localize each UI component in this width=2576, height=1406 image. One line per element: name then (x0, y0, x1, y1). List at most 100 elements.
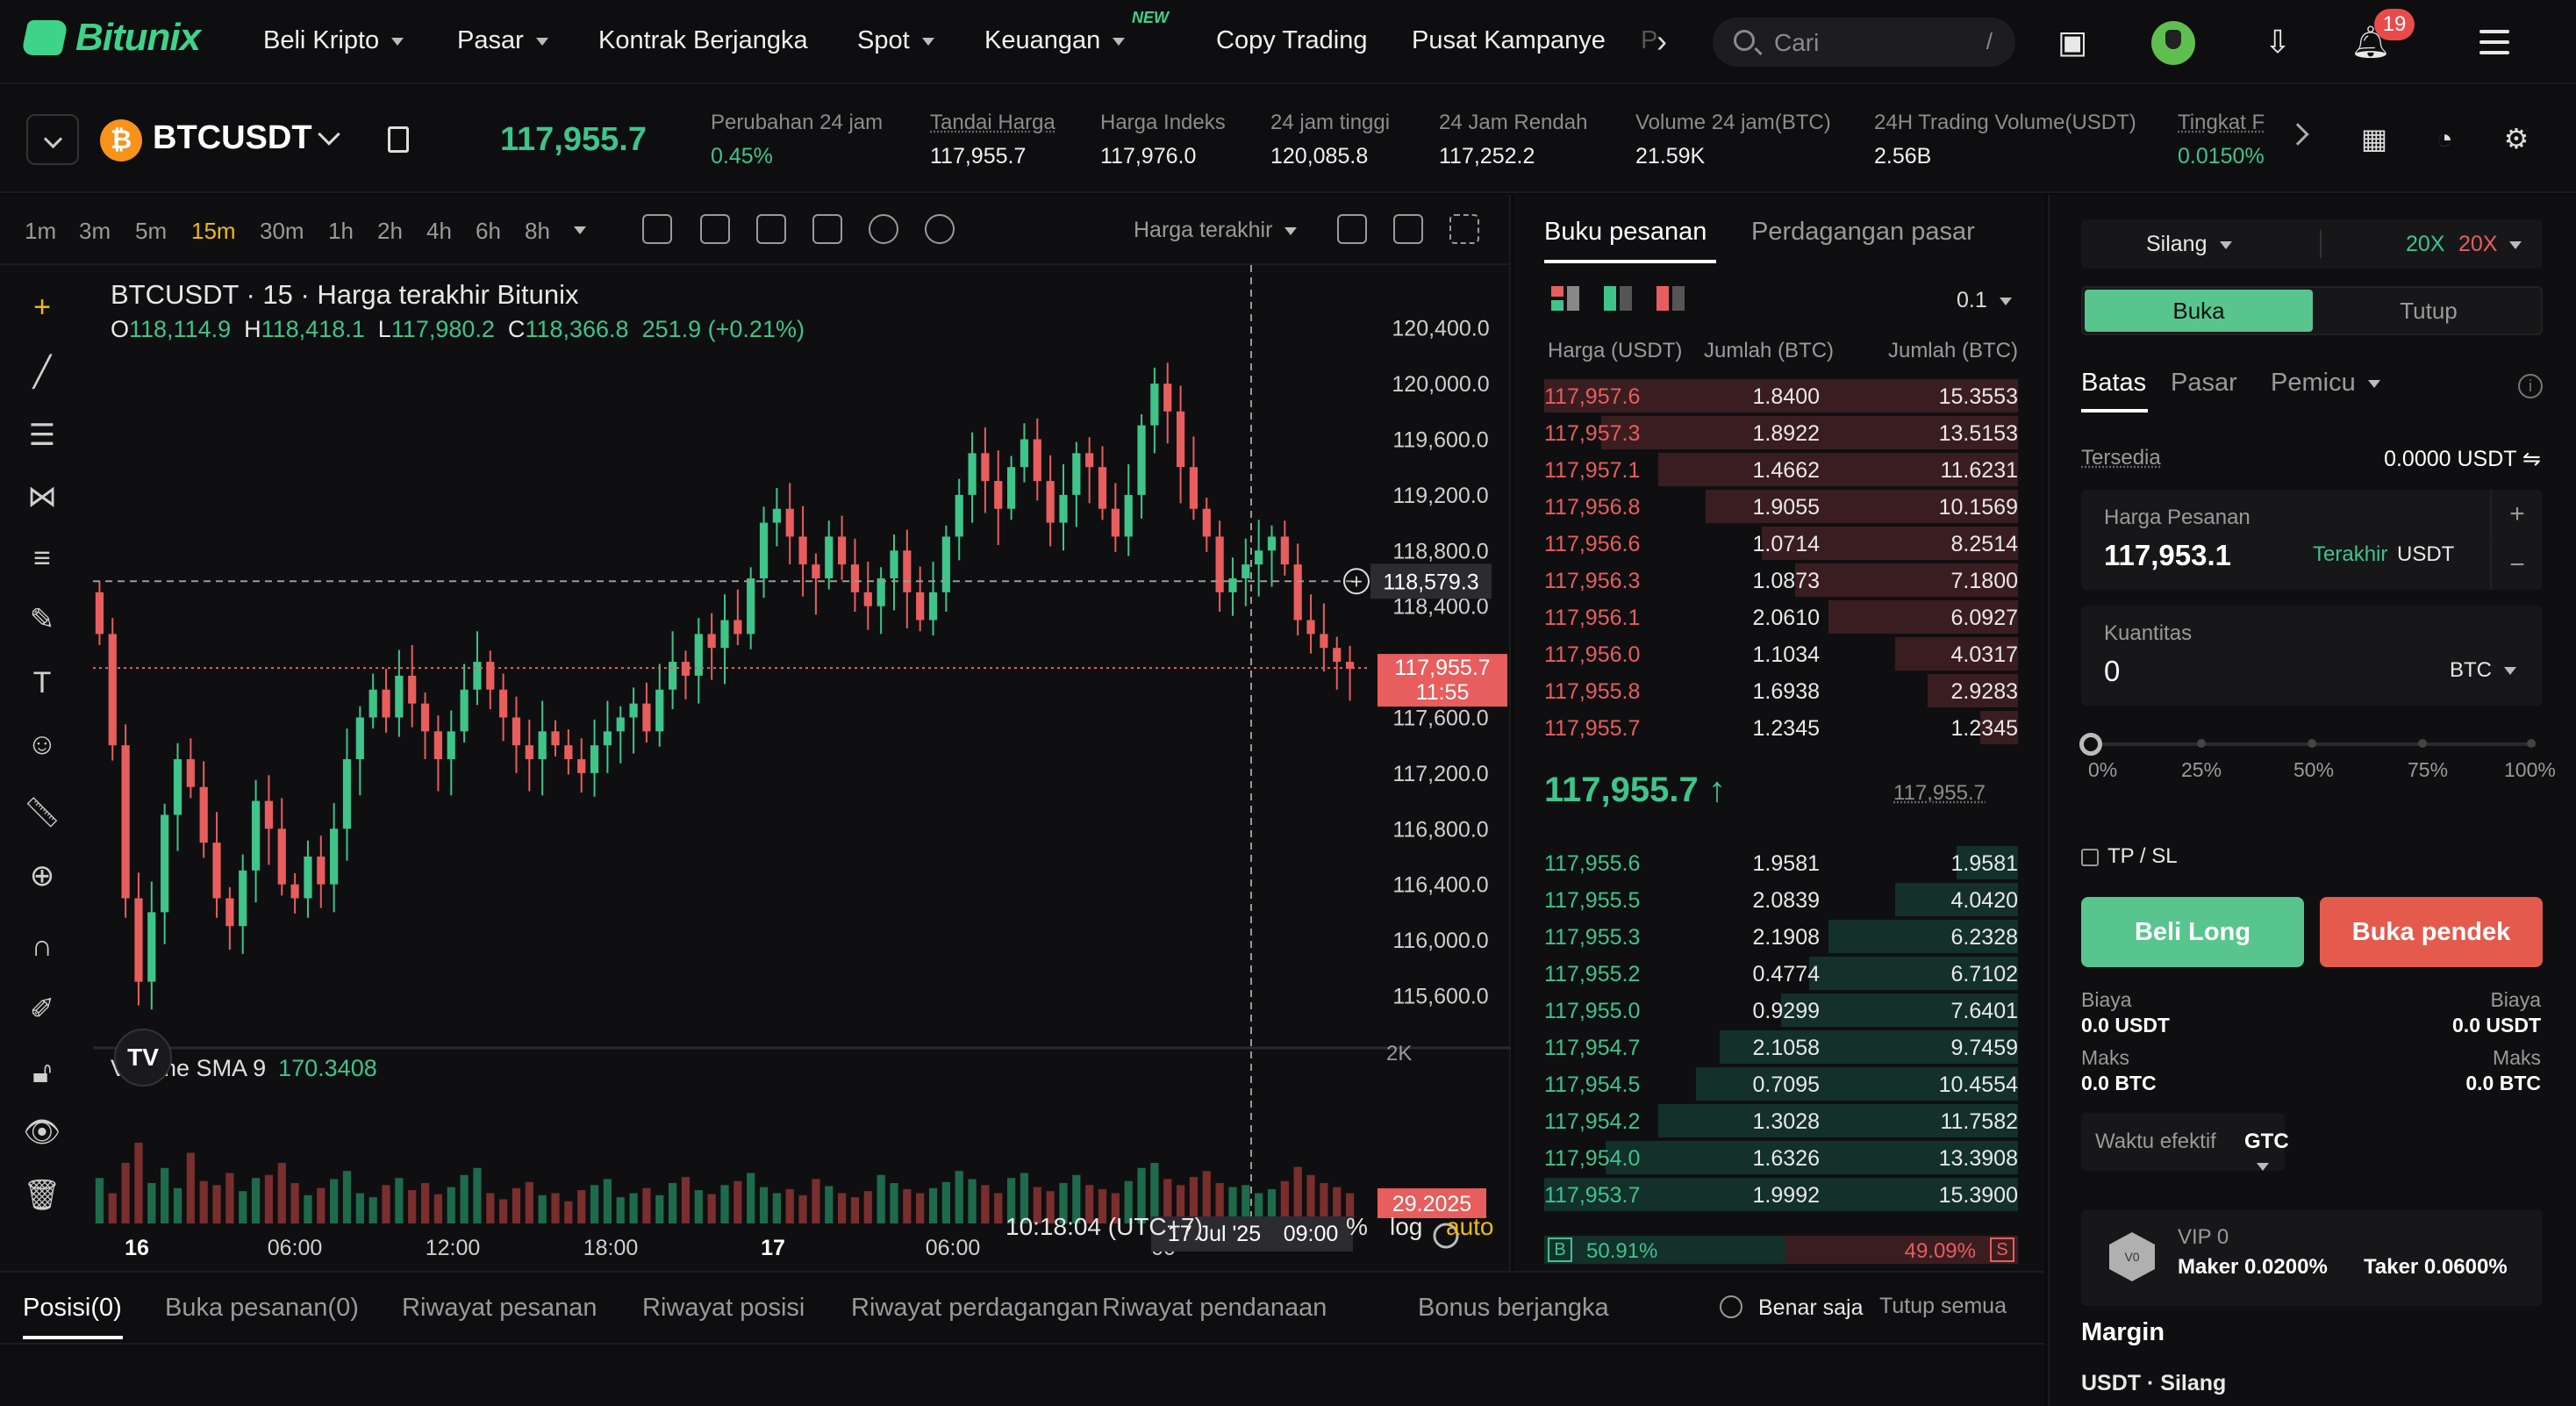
ruler-icon[interactable]: 📏︎ (23, 793, 61, 832)
book-asks-icon[interactable] (1655, 284, 1686, 312)
bid-row[interactable]: 117,954.0 1.6326 13.3908 (1544, 1139, 2018, 1176)
price-chart[interactable]: 120,400.0 120,000.0 119,600.0 119,200.0 118,… (93, 265, 1511, 1271)
settings-icon[interactable] (869, 214, 898, 244)
menu-icon[interactable] (2479, 30, 2509, 61)
bid-row[interactable]: 117,954.5 0.7095 10.4554 (1544, 1065, 2018, 1102)
ask-row[interactable]: 117,956.6 1.0714 8.2514 (1544, 525, 2018, 562)
price-source-select[interactable]: Harga terakhir (1134, 218, 1298, 243)
trendline-icon[interactable]: ╱ (23, 353, 61, 391)
interval-3m[interactable]: 3m (79, 218, 111, 245)
fib-icon[interactable]: ≡ (23, 539, 61, 577)
lock-icon[interactable]: 🔓︎ (23, 1053, 61, 1092)
ask-row[interactable]: 117,956.0 1.1034 4.0317 (1544, 635, 2018, 672)
interval-5m[interactable]: 5m (135, 218, 167, 245)
ask-row[interactable]: 117,955.7 1.2345 1.2345 (1544, 709, 2018, 746)
nav-spot[interactable]: Spot (857, 26, 934, 55)
calculator-icon[interactable]: ▦ (2357, 121, 2392, 156)
price-increment-button[interactable]: + (2490, 490, 2543, 539)
tab-futures-bonus[interactable]: Bonus berjangka (1418, 1294, 1609, 1323)
eye-icon[interactable]: 👁︎ (23, 1113, 61, 1151)
buy-long-button[interactable]: Beli Long (2081, 897, 2304, 967)
trash-icon[interactable]: 🗑︎ (23, 1176, 61, 1215)
more-intervals-icon[interactable] (574, 226, 586, 234)
order-price-field[interactable]: Harga Pesanan 117,953.1 Terakhir USDT + … (2081, 490, 2543, 590)
bid-row[interactable]: 117,954.2 1.3028 11.7582 (1544, 1102, 2018, 1139)
leverage-long[interactable]: 20X (2406, 232, 2444, 257)
crosshair-icon[interactable]: + (23, 288, 61, 326)
interval-6h[interactable]: 6h (476, 218, 501, 245)
book-both-icon[interactable] (1549, 284, 1581, 312)
vip-fee-card[interactable]: V0 VIP 0 Maker 0.0200% Taker 0.0600% (2081, 1209, 2543, 1306)
last-price-button[interactable]: Terakhir (2313, 542, 2387, 567)
quantity-field[interactable]: Kuantitas 0 BTC (2081, 606, 2543, 706)
horizontal-lines-icon[interactable]: ☰ (23, 416, 61, 455)
magnet-icon[interactable]: ∩ (23, 927, 61, 965)
lock-drawing-icon[interactable]: ✐ (23, 990, 61, 1029)
info-icon[interactable]: i (2518, 374, 2543, 398)
interval-4h[interactable]: 4h (426, 218, 452, 245)
stat-funding-rate[interactable]: Tingkat F 0.0150% (2178, 111, 2269, 169)
list-icon[interactable] (812, 214, 842, 244)
interval-1h[interactable]: 1h (328, 218, 354, 245)
interval-30m[interactable]: 30m (260, 218, 304, 245)
nav-copy-trading[interactable]: Copy Trading (1216, 26, 1368, 55)
bid-row[interactable]: 117,955.3 2.1908 6.2328 (1544, 918, 2018, 955)
ask-row[interactable]: 117,957.1 1.4662 11.6231 (1544, 451, 2018, 488)
sell-short-button[interactable]: Buka pendek (2320, 897, 2543, 967)
wallet-icon[interactable]: ▣ (2051, 21, 2093, 63)
interval-2h[interactable]: 2h (377, 218, 403, 245)
close-all-button[interactable]: Tutup semua (1879, 1294, 2007, 1319)
leverage-short[interactable]: 20X (2458, 232, 2522, 257)
symbol-name[interactable]: BTCUSDT (153, 119, 312, 157)
tab-trade-history[interactable]: Riwayat perdagangan (851, 1294, 1098, 1323)
fullscreen-icon[interactable] (1449, 214, 1479, 244)
tab-positions[interactable]: Posisi(0) (23, 1294, 122, 1323)
nav-pusat-kampanye[interactable]: Pusat Kampanye (1412, 26, 1606, 55)
available-balance[interactable]: 0.0000 USDT ⇋ (2384, 446, 2541, 472)
ask-row[interactable]: 117,957.3 1.8922 13.5153 (1544, 414, 2018, 451)
brand-logo[interactable]: Bitunix (20, 16, 201, 60)
bid-row[interactable]: 117,953.7 1.9992 15.3900 (1544, 1176, 2018, 1213)
tab-market-trades[interactable]: Perdagangan pasar (1751, 218, 1975, 247)
bid-row[interactable]: 117,955.5 2.0839 4.0420 (1544, 881, 2018, 918)
chevron-down-icon[interactable] (318, 123, 340, 146)
bid-row[interactable]: 117,955.0 0.9299 7.6401 (1544, 992, 2018, 1029)
order-type-limit[interactable]: Batas (2081, 369, 2146, 398)
time-in-force-select[interactable]: Waktu efektif GTC (2081, 1113, 2289, 1172)
tab-order-history[interactable]: Riwayat pesanan (402, 1294, 597, 1323)
ask-row[interactable]: 117,956.8 1.9055 10.1569 (1544, 488, 2018, 525)
chevron-right-icon[interactable] (2286, 123, 2309, 146)
tab-position-history[interactable]: Riwayat posisi (642, 1294, 805, 1323)
quantity-slider[interactable] (2079, 733, 2536, 756)
slider-handle[interactable] (2079, 733, 2102, 756)
indicator-icon[interactable] (700, 214, 730, 244)
bid-row[interactable]: 117,954.7 2.1058 9.7459 (1544, 1029, 2018, 1065)
ask-row[interactable]: 117,956.3 1.0873 7.1800 (1544, 562, 2018, 599)
brush-icon[interactable]: ✎ (23, 600, 61, 639)
bid-row[interactable]: 117,955.6 1.9581 1.9581 (1544, 844, 2018, 881)
zoom-in-icon[interactable]: ⊕ (23, 857, 61, 895)
open-tab[interactable]: Buka (2085, 290, 2313, 332)
bid-row[interactable]: 117,955.2 0.4774 6.7102 (1544, 955, 2018, 992)
quantity-value[interactable]: 0 (2104, 655, 2120, 688)
stat-mark-price[interactable]: Tandai Harga 117,955.7 (930, 111, 1055, 169)
contract-info-icon[interactable] (388, 126, 409, 153)
comment-icon[interactable] (1337, 214, 1367, 244)
tradingview-logo[interactable]: TV (114, 1029, 172, 1087)
order-price-value[interactable]: 117,953.1 (2104, 539, 2231, 572)
margin-mode-select[interactable]: Silang (2146, 232, 2232, 257)
candle-type-icon[interactable] (642, 214, 672, 244)
book-bids-icon[interactable] (1602, 284, 1634, 312)
quantity-unit-select[interactable]: BTC (2450, 658, 2516, 683)
drawing-icon[interactable] (756, 214, 786, 244)
tpsl-checkbox[interactable]: TP / SL (2081, 844, 2178, 869)
interval-8h[interactable]: 8h (525, 218, 550, 245)
symbol-list-toggle[interactable] (26, 114, 79, 165)
nav-keuangan[interactable]: Keuangan (984, 26, 1126, 55)
percent-toggle[interactable]: % (1346, 1213, 1368, 1241)
timer-icon[interactable]: ◔ (2427, 121, 2462, 156)
only-current-radio[interactable] (1720, 1295, 1742, 1318)
ask-row[interactable]: 117,957.6 1.8400 15.3553 (1544, 377, 2018, 414)
tab-funding-history[interactable]: Riwayat pendanaan (1102, 1294, 1327, 1323)
nav-pasar[interactable]: Pasar (457, 26, 548, 55)
